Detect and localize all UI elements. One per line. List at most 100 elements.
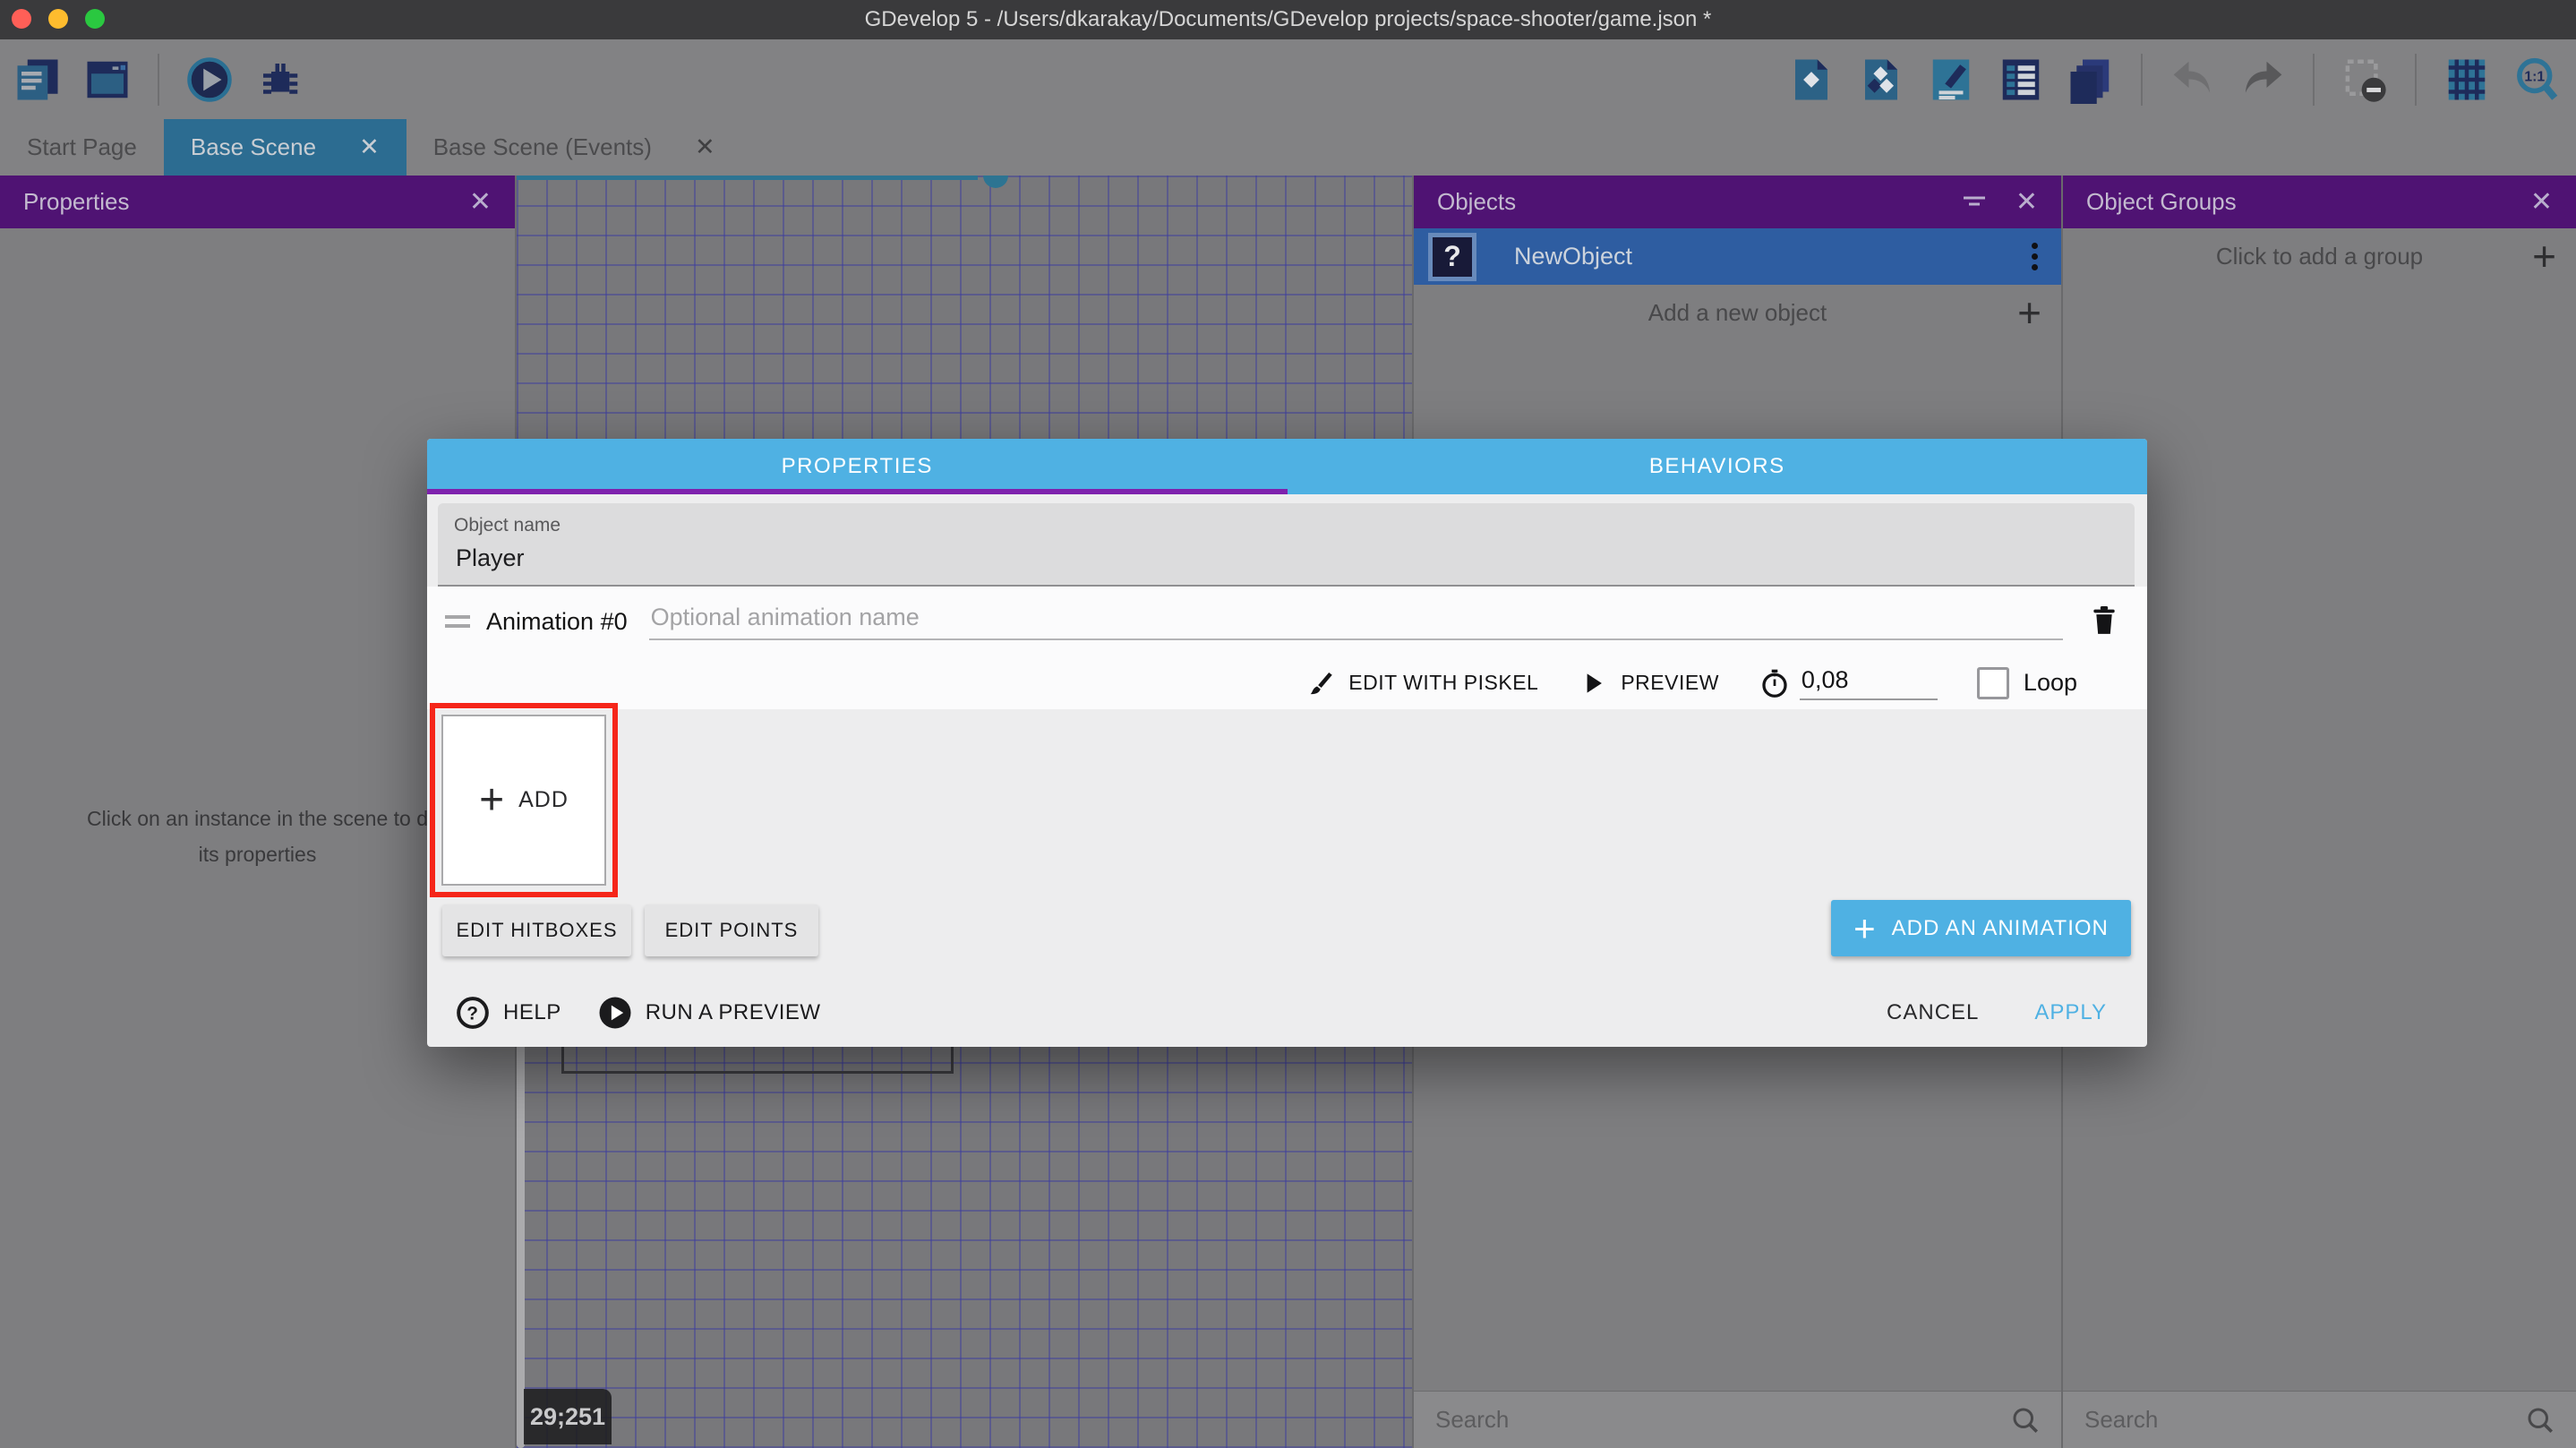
time-between-frames-field xyxy=(1759,665,1938,700)
game-viewport-outline xyxy=(561,1071,953,1074)
game-viewport-outline xyxy=(951,1047,954,1074)
edit-with-piskel-button[interactable]: EDIT WITH PISKEL xyxy=(1305,668,1538,698)
object-menu-icon[interactable] xyxy=(2032,243,2038,270)
help-button[interactable]: ? HELP xyxy=(455,995,561,1031)
filter-icon[interactable] xyxy=(1960,191,1989,214)
tab-base-scene[interactable]: Base Scene ✕ xyxy=(164,119,407,176)
dialog-footer: ? HELP RUN A PREVIEW CANCEL APPLY xyxy=(427,978,2147,1047)
plus-icon: + xyxy=(479,775,504,825)
title-bar: GDevelop 5 - /Users/dkarakay/Documents/G… xyxy=(0,0,2576,40)
help-icon: ? xyxy=(455,995,491,1031)
search-icon xyxy=(2524,1404,2556,1436)
cancel-button[interactable]: CANCEL xyxy=(1887,1000,1979,1025)
dialog-tab-bar: PROPERTIES BEHAVIORS xyxy=(427,439,2147,494)
object-thumbnail: ? xyxy=(1428,233,1476,281)
objects-panel-header: Objects ✕ xyxy=(1414,176,2061,228)
cursor-coordinates: 29;251 xyxy=(524,1389,612,1444)
game-viewport-outline xyxy=(561,1047,564,1074)
tab-base-scene-events[interactable]: Base Scene (Events) ✕ xyxy=(407,119,742,176)
add-group-row[interactable]: Click to add a group + xyxy=(2063,228,2576,284)
edit-hitboxes-button[interactable]: EDIT HITBOXES xyxy=(442,904,631,956)
object-name-field[interactable]: Object name xyxy=(438,503,2135,587)
svg-text:1:1: 1:1 xyxy=(2524,69,2545,84)
play-preview-icon[interactable] xyxy=(184,55,235,105)
horizontal-scroll-indicator xyxy=(517,176,978,180)
instances-list-icon[interactable] xyxy=(1996,55,2046,105)
panel-title: Properties xyxy=(23,188,442,216)
apply-button[interactable]: APPLY xyxy=(2034,1000,2107,1025)
trash-icon xyxy=(2086,600,2122,639)
undo-icon[interactable] xyxy=(2168,55,2218,105)
objects-panel-icon[interactable] xyxy=(1786,55,1836,105)
object-groups-panel-header: Object Groups ✕ xyxy=(2063,176,2576,228)
active-tab-indicator xyxy=(427,489,1288,494)
edit-points-button[interactable]: EDIT POINTS xyxy=(645,904,818,956)
properties-panel-icon[interactable] xyxy=(1926,55,1976,105)
plus-icon[interactable]: + xyxy=(2532,228,2556,284)
close-tab-icon[interactable]: ✕ xyxy=(359,133,380,161)
animation-name-field xyxy=(649,603,2059,640)
add-object-row[interactable]: Add a new object + xyxy=(1414,285,2061,340)
add-frame-button[interactable]: + ADD xyxy=(441,715,606,886)
close-panel-icon[interactable]: ✕ xyxy=(469,186,492,218)
loop-label: Loop xyxy=(2024,669,2077,697)
object-name-label: Object name xyxy=(454,515,2135,536)
groups-search-input[interactable] xyxy=(2083,1405,2524,1435)
object-editor-dialog: PROPERTIES BEHAVIORS Object name Animati… xyxy=(427,439,2147,1047)
animation-tools-row: EDIT WITH PISKEL PREVIEW Loop xyxy=(427,656,2147,709)
tab-start-page[interactable]: Start Page xyxy=(0,119,164,176)
toolbar-divider xyxy=(2141,54,2143,106)
timer-icon xyxy=(1759,667,1791,699)
animation-header-row: Animation #0 xyxy=(427,587,2147,656)
brush-icon xyxy=(1305,668,1336,698)
redo-icon[interactable] xyxy=(2238,55,2288,105)
run-preview-button[interactable]: RUN A PREVIEW xyxy=(597,995,821,1031)
time-between-frames-input[interactable] xyxy=(1800,665,1938,700)
animation-name-input[interactable] xyxy=(649,603,2063,640)
loop-checkbox[interactable] xyxy=(1977,667,2009,699)
tab-behaviors[interactable]: BEHAVIORS xyxy=(1288,439,2148,494)
close-panel-icon[interactable]: ✕ xyxy=(2530,186,2553,218)
main-toolbar: 1:1 xyxy=(0,39,2576,119)
add-animation-button[interactable]: + ADD AN ANIMATION xyxy=(1831,900,2131,956)
layers-panel-icon[interactable] xyxy=(2066,55,2116,105)
drag-handle-icon[interactable] xyxy=(445,615,470,628)
animation-label: Animation #0 xyxy=(486,608,628,636)
close-window-button[interactable] xyxy=(12,9,31,29)
preview-animation-button[interactable]: PREVIEW xyxy=(1578,668,1719,698)
object-list-item[interactable]: ? NewObject xyxy=(1414,228,2061,285)
zoom-ratio-icon[interactable]: 1:1 xyxy=(2512,55,2562,105)
objects-search-input[interactable] xyxy=(1433,1405,2009,1435)
loop-option: Loop xyxy=(1977,667,2077,699)
start-page-icon[interactable] xyxy=(82,55,133,105)
objects-search-bar xyxy=(1414,1391,2061,1448)
toolbar-divider xyxy=(2313,54,2315,106)
panel-title: Object Groups xyxy=(2086,188,2503,216)
object-groups-panel-icon[interactable] xyxy=(1856,55,1906,105)
vertical-scroll-thumb[interactable] xyxy=(517,1021,525,1448)
minimize-window-button[interactable] xyxy=(48,9,68,29)
toolbar-divider xyxy=(158,54,159,106)
horizontal-scroll-thumb[interactable] xyxy=(983,176,1008,188)
svg-text:?: ? xyxy=(466,1003,479,1024)
groups-search-bar xyxy=(2063,1391,2576,1448)
zoom-window-button[interactable] xyxy=(85,9,105,29)
debug-icon[interactable] xyxy=(254,55,304,105)
window-mask-icon[interactable] xyxy=(2340,55,2390,105)
gdevelop-window: GDevelop 5 - /Users/dkarakay/Documents/G… xyxy=(0,0,2576,1448)
object-name-input[interactable] xyxy=(454,544,1970,573)
delete-animation-button[interactable] xyxy=(2086,600,2122,644)
editor-tab-bar: Start Page Base Scene ✕ Base Scene (Even… xyxy=(0,119,2576,176)
object-name: NewObject xyxy=(1514,243,2032,270)
tutorial-highlight-box: + ADD xyxy=(430,703,618,897)
search-icon xyxy=(2009,1404,2041,1436)
toolbar-divider xyxy=(2415,54,2417,106)
plus-icon[interactable]: + xyxy=(2017,285,2041,340)
tab-properties[interactable]: PROPERTIES xyxy=(427,439,1288,494)
plus-icon: + xyxy=(1853,910,1876,947)
close-panel-icon[interactable]: ✕ xyxy=(2015,186,2038,218)
grid-icon[interactable] xyxy=(2442,55,2492,105)
project-manager-icon[interactable] xyxy=(13,55,63,105)
missing-texture-icon: ? xyxy=(1433,237,1472,277)
close-tab-icon[interactable]: ✕ xyxy=(695,133,715,161)
